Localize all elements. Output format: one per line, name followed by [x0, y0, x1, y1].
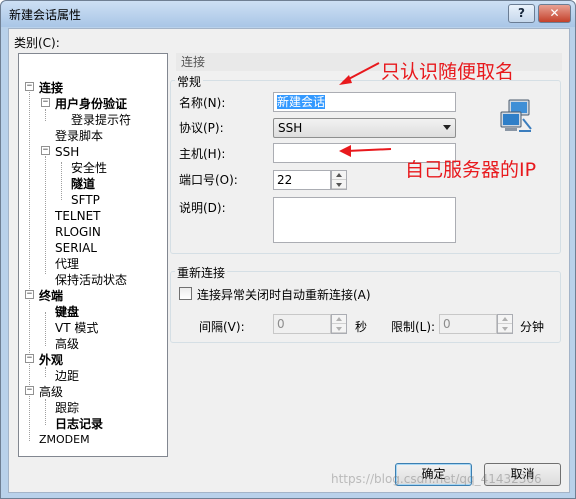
interval-label: 间隔(V):: [199, 320, 245, 334]
collapse-toggle-icon[interactable]: −: [25, 82, 34, 91]
tree-item-security[interactable]: 安全性: [71, 161, 107, 175]
host-label: 主机(H):: [179, 147, 226, 161]
port-label: 端口号(O):: [179, 173, 238, 187]
interval-input[interactable]: 0: [273, 314, 331, 334]
watermark: https://blog.csdn.net/qq_41432366: [331, 472, 542, 486]
tree-line: [45, 312, 46, 346]
spin-down-icon[interactable]: [498, 324, 512, 333]
tree-item-vt-mode[interactable]: VT 模式: [55, 321, 98, 335]
tree-line: [45, 367, 46, 377]
close-button[interactable]: ✕: [538, 4, 571, 23]
description-label: 说明(D):: [179, 201, 226, 215]
description-input[interactable]: [273, 197, 456, 243]
auto-reconnect-checkbox[interactable]: [179, 287, 192, 300]
tree-item-zmodem[interactable]: ZMODEM: [39, 433, 90, 447]
tree-item-login-script[interactable]: 登录脚本: [55, 129, 103, 143]
spin-down-icon[interactable]: [332, 324, 346, 333]
spin-down-icon[interactable]: [332, 180, 346, 189]
collapse-toggle-icon[interactable]: −: [25, 354, 34, 363]
dropdown-arrow-icon: [443, 125, 451, 130]
host-annotation: 自己服务器的IP: [405, 159, 537, 181]
tree-item-auth[interactable]: 用户身份验证: [55, 97, 127, 111]
limit-spinner[interactable]: [497, 314, 513, 334]
category-tree[interactable]: − 连接 − 用户身份验证 登录提示符 登录脚本 − SSH 安全性 隧道 SF…: [18, 53, 168, 457]
protocol-label: 协议(P):: [179, 121, 224, 135]
collapse-toggle-icon[interactable]: −: [41, 146, 50, 155]
tree-line: [45, 399, 46, 425]
window-title: 新建会话属性: [9, 8, 82, 22]
network-computers-icon: [500, 99, 532, 132]
annotation-arrow-icon: [339, 62, 380, 85]
tree-item-connection[interactable]: 连接: [39, 81, 63, 95]
name-annotation: 只认识随便取名: [381, 61, 515, 83]
tree-item-terminal-advanced[interactable]: 高级: [55, 337, 79, 351]
tree-item-serial[interactable]: SERIAL: [55, 241, 97, 255]
title-bar[interactable]: 新建会话属性 ? ✕: [1, 1, 575, 27]
tree-item-keepalive[interactable]: 保持活动状态: [55, 273, 127, 287]
auto-reconnect-label[interactable]: 连接异常关闭时自动重新连接(A): [197, 286, 371, 303]
spin-up-icon[interactable]: [332, 171, 346, 180]
interval-unit: 秒: [355, 320, 368, 334]
limit-input[interactable]: 0: [439, 314, 497, 334]
general-group-label: 常规: [175, 73, 204, 90]
spin-up-icon[interactable]: [332, 315, 346, 324]
tree-item-appearance[interactable]: 外观: [39, 353, 63, 367]
protocol-select[interactable]: SSH: [273, 118, 456, 138]
tree-line: [61, 162, 62, 200]
port-input[interactable]: 22: [273, 170, 331, 190]
dialog-client-area: 类别(C): − 连接 − 用户身份验证 登录提示符 登录脚本 − SSH 安全…: [8, 28, 570, 493]
tree-line: [45, 156, 46, 274]
reconnect-group-label: 重新连接: [175, 264, 228, 281]
tree-line: [45, 109, 46, 121]
tree-item-margin[interactable]: 边距: [55, 369, 79, 383]
tree-item-advanced[interactable]: 高级: [39, 385, 63, 399]
tree-item-ssh[interactable]: SSH: [55, 145, 79, 159]
collapse-toggle-icon[interactable]: −: [41, 98, 50, 107]
collapse-toggle-icon[interactable]: −: [25, 290, 34, 299]
name-input[interactable]: 新建会话: [273, 92, 456, 112]
tree-item-keyboard[interactable]: 键盘: [55, 305, 79, 319]
tree-item-terminal[interactable]: 终端: [39, 289, 63, 303]
collapse-toggle-icon[interactable]: −: [25, 386, 34, 395]
tree-item-proxy[interactable]: 代理: [55, 257, 79, 271]
spin-up-icon[interactable]: [498, 315, 512, 324]
name-value: 新建会话: [277, 95, 326, 109]
tree-item-tunnel[interactable]: 隧道: [71, 177, 95, 191]
port-spinner[interactable]: [331, 170, 347, 190]
tree-item-telnet[interactable]: TELNET: [55, 209, 101, 223]
dialog-window: 新建会话属性 ? ✕ 类别(C): − 连接 − 用户身份验证 登录提示符 登录…: [0, 0, 576, 499]
interval-spinner[interactable]: [331, 314, 347, 334]
help-button[interactable]: ?: [508, 4, 535, 23]
tree-item-login-prompt[interactable]: 登录提示符: [71, 113, 131, 127]
category-label: 类别(C):: [14, 36, 60, 50]
limit-unit: 分钟: [520, 320, 545, 334]
annotation-arrow-icon: [339, 145, 392, 157]
name-label: 名称(N):: [179, 96, 226, 110]
tree-item-rlogin[interactable]: RLOGIN: [55, 225, 101, 239]
protocol-value: SSH: [278, 121, 303, 135]
tree-item-sftp[interactable]: SFTP: [71, 193, 100, 207]
tree-item-logging[interactable]: 日志记录: [55, 417, 103, 431]
limit-label: 限制(L):: [391, 320, 436, 334]
tree-item-trace[interactable]: 跟踪: [55, 401, 79, 415]
